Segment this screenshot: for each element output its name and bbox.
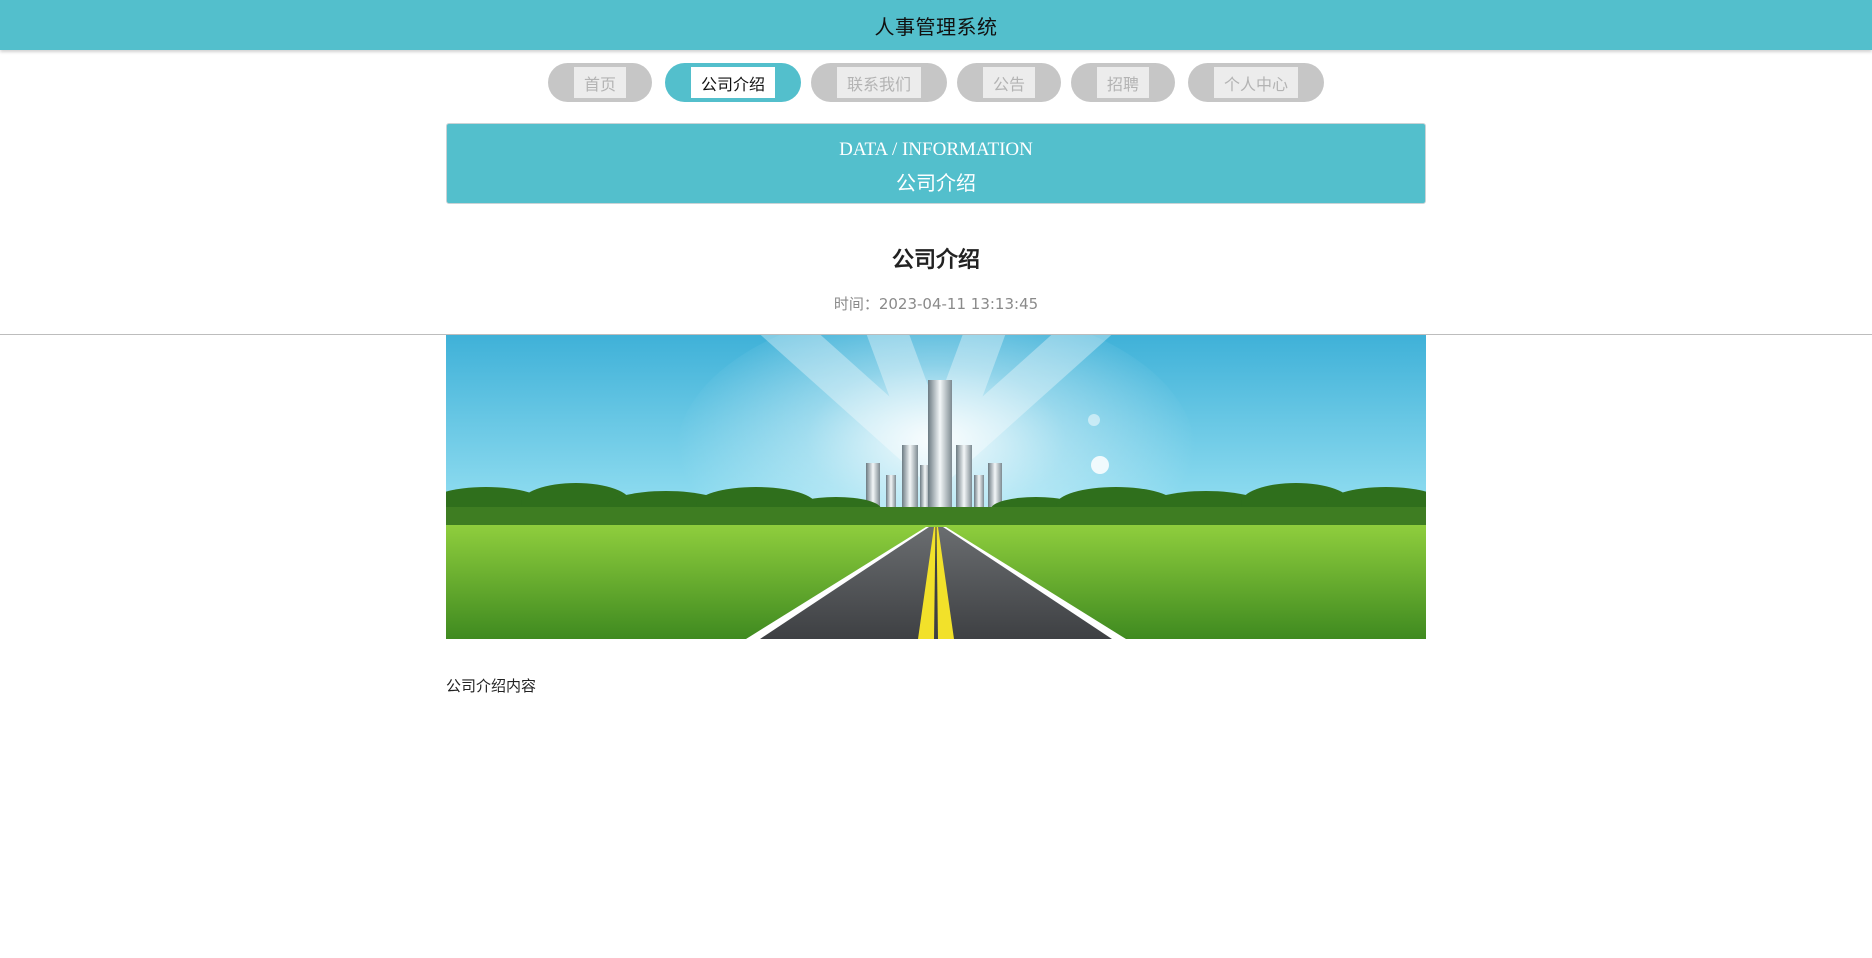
article-content: 公司介绍内容 (446, 677, 537, 695)
nav-item-contact-us[interactable]: 联系我们 (811, 63, 947, 102)
nav-item-personal-center[interactable]: 个人中心 (1188, 63, 1324, 102)
nav-item-label: 公司介绍 (690, 67, 775, 98)
nav-item-home[interactable]: 首页 (548, 63, 652, 102)
nav-item-label: 个人中心 (1213, 67, 1298, 98)
main-nav: 首页 公司介绍 联系我们 公告 招聘 个人中心 (0, 63, 1872, 102)
article-title: 公司介绍 (891, 248, 980, 273)
nav-item-company-intro[interactable]: 公司介绍 (665, 63, 801, 102)
nav-item-recruitment[interactable]: 招聘 (1071, 63, 1175, 102)
app-title: 人事管理系统 (874, 14, 998, 39)
section-banner: DATA / INFORMATION 公司介绍 (446, 123, 1426, 204)
article-image (446, 335, 1426, 639)
nav-item-label: 公告 (982, 67, 1035, 98)
nav-item-announcements[interactable]: 公告 (957, 63, 1061, 102)
nav-item-label: 首页 (573, 67, 626, 98)
nav-item-label: 招聘 (1096, 67, 1149, 98)
nav-item-label: 联系我们 (836, 67, 921, 98)
article-time: 时间：2023-04-11 13:13:45 (833, 295, 1039, 313)
top-header-bar: 人事管理系统 (0, 0, 1872, 50)
banner-english-title: DATA / INFORMATION (839, 139, 1033, 160)
banner-chinese-title: 公司介绍 (896, 173, 976, 195)
